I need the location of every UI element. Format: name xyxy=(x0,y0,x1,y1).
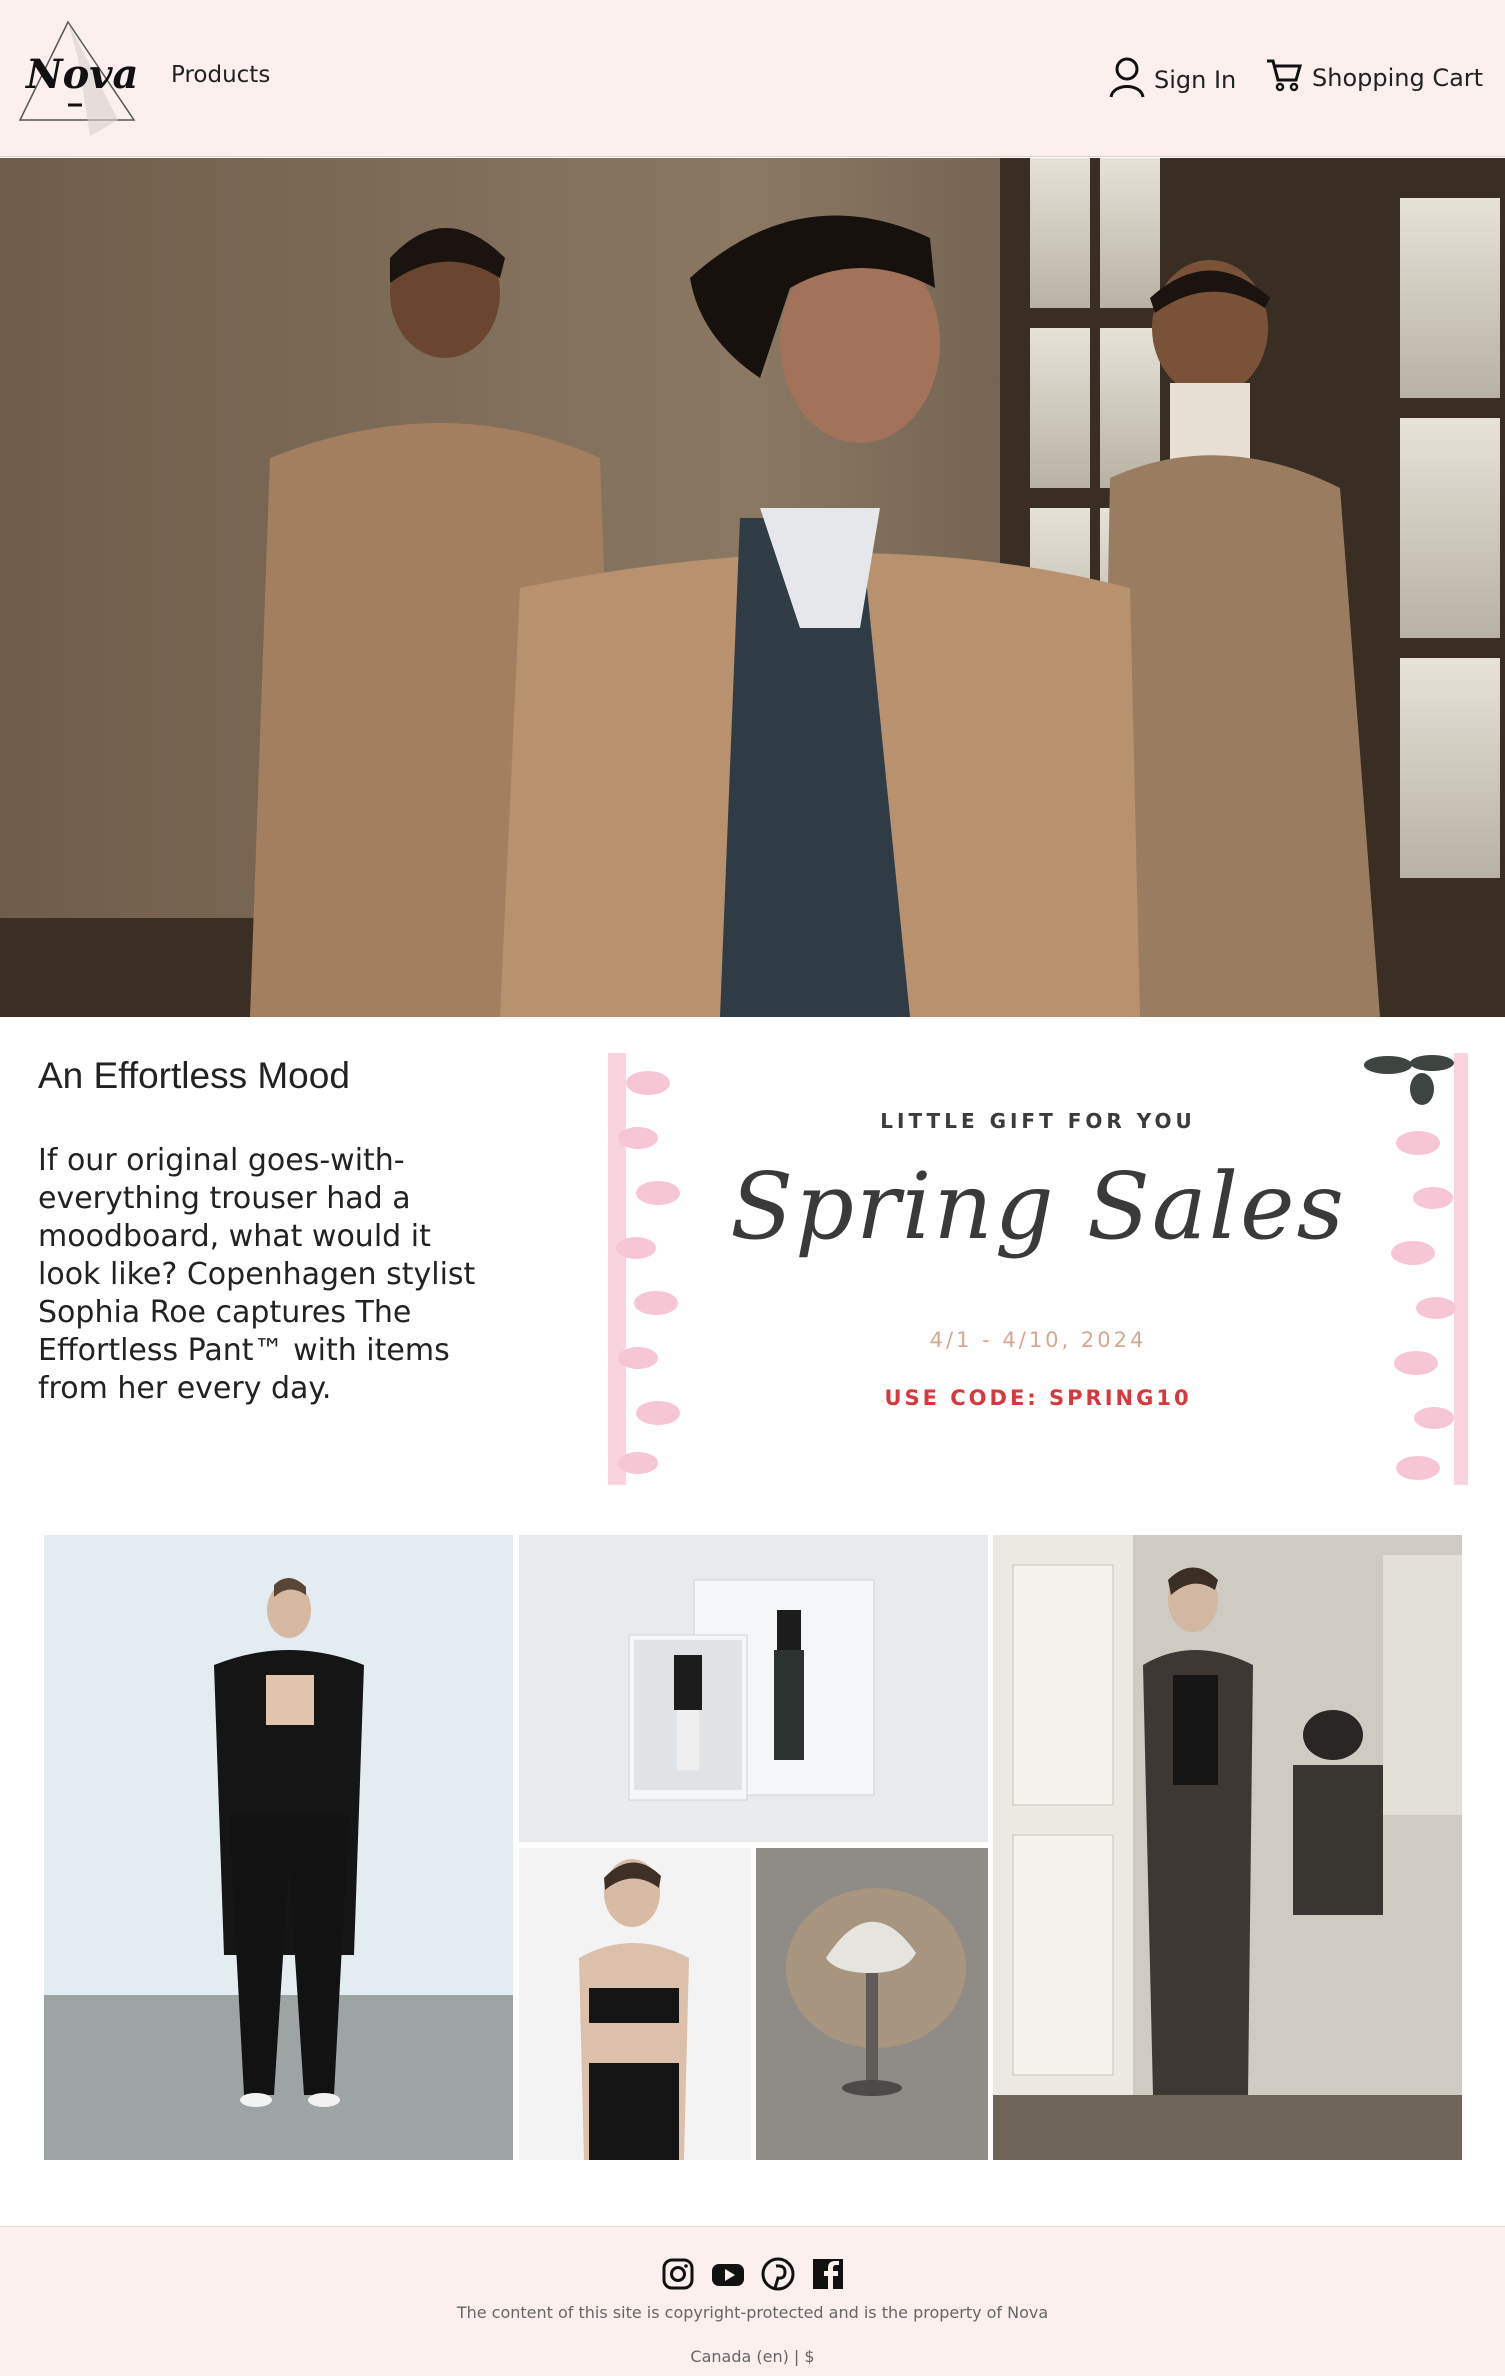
section-description: If our original goes-with-everything tro… xyxy=(38,1143,476,1406)
copyright-text: The content of this site is copyright-pr… xyxy=(456,2303,1049,2322)
gallery-image-still-life[interactable] xyxy=(756,1848,988,2160)
section-title: An Effortless Mood xyxy=(38,1055,350,1096)
social-links xyxy=(0,2257,1505,2291)
shopping-cart-link[interactable]: Shopping Cart xyxy=(1266,58,1483,98)
cart-label: Shopping Cart xyxy=(1312,64,1484,92)
site-header: Nova Products Sign In Shopping Cart xyxy=(0,0,1505,157)
gallery-image-doorway[interactable] xyxy=(993,1535,1462,2160)
promo-code: USE CODE: SPRING10 xyxy=(884,1386,1192,1410)
gallery-image-black-suit[interactable] xyxy=(44,1535,513,2160)
gallery-image-moodboard[interactable] xyxy=(519,1535,988,1842)
nova-logo[interactable]: Nova xyxy=(18,18,138,136)
cart-icon xyxy=(1266,58,1302,98)
locale-selector[interactable]: Canada (en) | $ xyxy=(0,2347,1505,2366)
promo-kicker: LITTLE GIFT FOR YOU xyxy=(880,1109,1196,1133)
svg-text:Nova: Nova xyxy=(24,51,136,98)
sign-in-label: Sign In xyxy=(1154,66,1237,94)
site-footer: The content of this site is copyright-pr… xyxy=(0,2226,1505,2376)
lookbook-gallery xyxy=(0,1535,1505,2160)
nav-products-link[interactable]: Products xyxy=(171,62,270,88)
pinterest-icon[interactable] xyxy=(761,2257,795,2291)
promo-dates: 4/1 - 4/10, 2024 xyxy=(929,1328,1147,1352)
hero-image xyxy=(0,158,1505,1017)
user-icon xyxy=(1108,56,1146,104)
gallery-image-smiling-model[interactable] xyxy=(519,1848,751,2160)
instagram-icon[interactable] xyxy=(661,2257,695,2291)
sign-in-link[interactable]: Sign In xyxy=(1108,56,1236,104)
promo-title: Spring Sales xyxy=(730,1153,1346,1260)
facebook-icon[interactable] xyxy=(811,2257,845,2291)
youtube-icon[interactable] xyxy=(711,2257,745,2291)
spring-sale-banner[interactable]: LITTLE GIFT FOR YOU Spring Sales 4/1 - 4… xyxy=(608,1053,1468,1485)
